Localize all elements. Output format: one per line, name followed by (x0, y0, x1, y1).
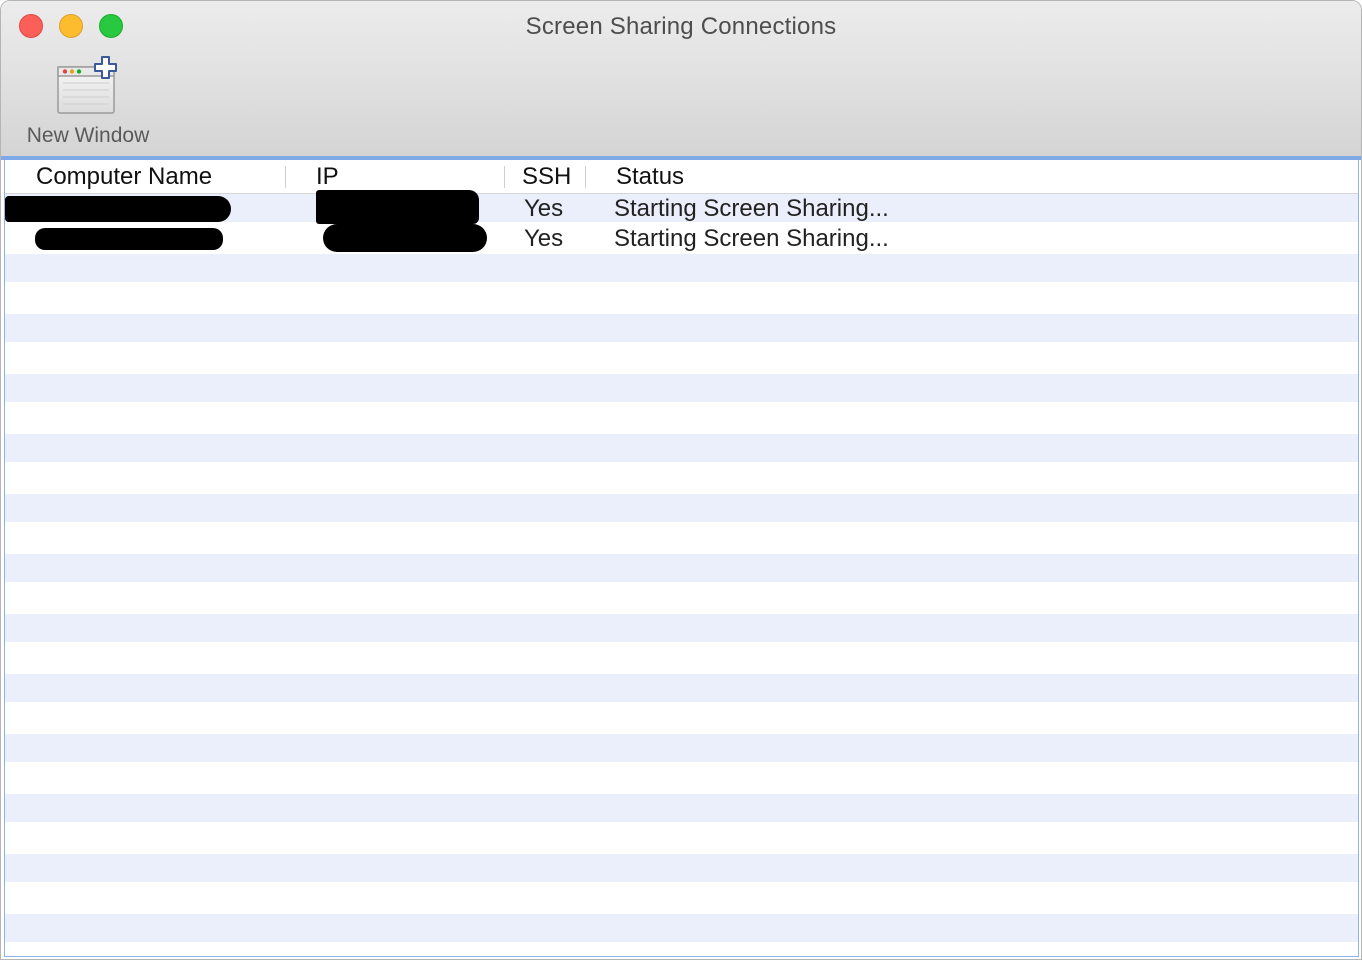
column-header-computer-name[interactable]: Computer Name (36, 163, 212, 191)
column-header-ssh[interactable]: SSH (522, 163, 571, 191)
column-divider[interactable] (504, 166, 505, 188)
table-row[interactable]: Yes Starting Screen Sharing... (5, 224, 1358, 254)
table-row[interactable]: Yes Starting Screen Sharing... (5, 190, 1358, 224)
redaction-mark (316, 190, 479, 224)
column-header-status[interactable]: Status (616, 163, 684, 191)
redaction-mark (323, 224, 487, 252)
titlebar[interactable]: Screen Sharing Connections New Window (1, 1, 1361, 157)
column-header-ip[interactable]: IP (316, 163, 339, 191)
table-body: Yes Starting Screen Sharing... Yes Start… (5, 190, 1358, 956)
table-header: Computer Name IP SSH Status (5, 160, 1358, 194)
status-cell: Starting Screen Sharing... (614, 225, 889, 252)
redaction-mark (35, 228, 223, 250)
column-divider[interactable] (585, 166, 586, 188)
ssh-cell: Yes (524, 225, 564, 252)
connections-table[interactable]: Computer Name IP SSH Status Yes Starting… (4, 160, 1359, 957)
window-title: Screen Sharing Connections (525, 13, 837, 40)
redaction-mark (5, 196, 231, 222)
new-window-icon (57, 56, 117, 114)
column-divider[interactable] (285, 166, 286, 188)
new-window-button[interactable]: New Window (15, 53, 161, 153)
screen-sharing-window: Screen Sharing Connections New Window Co… (0, 0, 1362, 960)
ssh-cell: Yes (524, 195, 564, 222)
new-window-label: New Window (26, 124, 150, 147)
status-cell: Starting Screen Sharing... (614, 195, 889, 222)
